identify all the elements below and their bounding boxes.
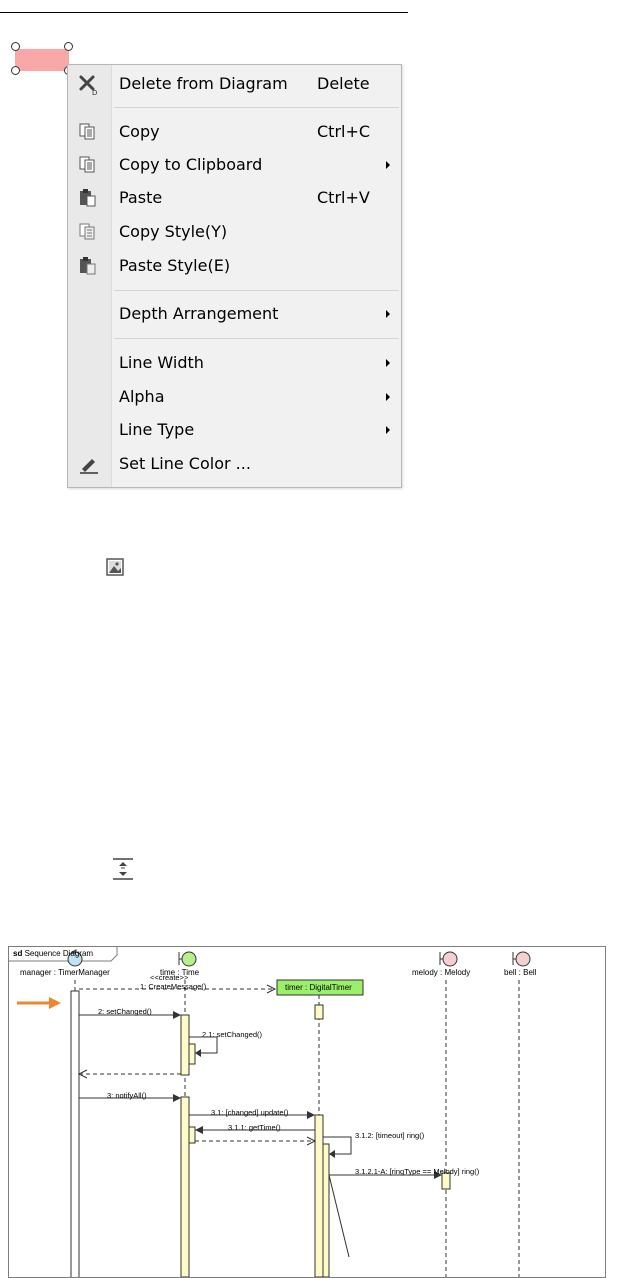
message-label: 3.1.2: [timeout] ring() xyxy=(355,1131,425,1140)
copy-icon xyxy=(78,122,98,142)
message-stereotype: <<create>> xyxy=(150,973,189,982)
menu-item-label: Copy to Clipboard xyxy=(119,155,263,174)
menu-item-line-width[interactable]: Line Width xyxy=(68,349,401,377)
sequence-diagram-canvas xyxy=(9,947,531,1277)
vertical-spacing-icon[interactable] xyxy=(109,857,137,885)
lifeline-label: manager : TimerManager xyxy=(20,968,110,977)
message-label: 3: notifyAll() xyxy=(107,1091,147,1100)
menu-item-label: Line Type xyxy=(119,420,195,439)
menu-item-label: Copy Style(Y) xyxy=(119,222,228,241)
frame-keyword: sd xyxy=(13,949,23,958)
picture-icon[interactable] xyxy=(105,557,125,581)
svg-text:D: D xyxy=(92,89,97,96)
resize-handle-bottom-left[interactable] xyxy=(11,66,20,75)
delete-x-icon: D xyxy=(78,74,98,97)
menu-item-shortcut: Ctrl+V xyxy=(317,188,370,207)
submenu-arrow-icon xyxy=(386,359,390,367)
copy-style-icon xyxy=(78,222,98,242)
menu-item-label: Copy xyxy=(119,122,160,141)
message-label: 3.1: [changed] update() xyxy=(211,1108,289,1117)
menu-item-set-line-color[interactable]: Set Line Color ... xyxy=(68,450,401,478)
paste-icon xyxy=(78,188,98,208)
context-menu: D Delete from Diagram Delete Copy Ctrl+C… xyxy=(67,64,402,488)
menu-item-copy[interactable]: Copy Ctrl+C xyxy=(68,118,401,146)
menu-item-label: Alpha xyxy=(119,387,165,406)
lifeline-label: bell : Bell xyxy=(504,968,537,977)
pencil-icon xyxy=(78,454,98,474)
copy-clipboard-icon xyxy=(78,155,98,175)
menu-separator xyxy=(114,338,399,339)
paste-style-icon xyxy=(78,256,98,276)
menu-item-line-type[interactable]: Line Type xyxy=(68,416,401,444)
submenu-arrow-icon xyxy=(386,426,390,434)
menu-item-label: Depth Arrangement xyxy=(119,304,279,323)
menu-item-label: Delete from Diagram xyxy=(119,74,288,93)
menu-item-label: Paste Style(E) xyxy=(119,256,231,275)
menu-item-label: Set Line Color ... xyxy=(119,454,251,473)
menu-item-label: Paste xyxy=(119,188,163,207)
top-divider-line xyxy=(0,12,408,13)
menu-item-paste-style[interactable]: Paste Style(E) xyxy=(68,252,401,280)
menu-item-depth-arrangement[interactable]: Depth Arrangement xyxy=(68,300,401,328)
menu-separator xyxy=(114,290,399,291)
message-label: 1: CreateMessage() xyxy=(140,982,207,991)
submenu-arrow-icon xyxy=(386,393,390,401)
menu-item-paste[interactable]: Paste Ctrl+V xyxy=(68,184,401,212)
menu-item-delete-from-diagram[interactable]: D Delete from Diagram Delete xyxy=(68,70,401,98)
sequence-diagram-frame: sd Sequence Diagram manager : TimerManag… xyxy=(8,946,606,1278)
menu-item-shortcut: Ctrl+C xyxy=(317,122,371,141)
submenu-arrow-icon xyxy=(386,161,390,169)
resize-handle-top-right[interactable] xyxy=(64,42,73,51)
message-label: 2: setChanged() xyxy=(98,1007,152,1016)
frame-title-text: Sequence Diagram xyxy=(24,949,94,958)
message-label: 3.1.1: getTime() xyxy=(228,1123,281,1132)
menu-item-copy-style[interactable]: Copy Style(Y) xyxy=(68,218,401,246)
menu-item-shortcut: Delete xyxy=(317,74,370,93)
submenu-arrow-icon xyxy=(386,310,390,318)
object-box-label: timer : DigitalTimer xyxy=(285,983,352,992)
selected-shape[interactable] xyxy=(15,49,69,71)
frame-title: sd Sequence Diagram xyxy=(13,949,93,958)
resize-handle-top-left[interactable] xyxy=(11,42,20,51)
menu-item-label: Line Width xyxy=(119,353,204,372)
message-label: 3.1.2.1-A: [ringType == Melody] ring() xyxy=(355,1167,480,1176)
lifeline-label: melody : Melody xyxy=(412,968,471,977)
menu-item-copy-to-clipboard[interactable]: Copy to Clipboard xyxy=(68,151,401,179)
message-label: 2.1: setChanged() xyxy=(202,1030,263,1039)
menu-item-alpha[interactable]: Alpha xyxy=(68,383,401,411)
menu-separator xyxy=(114,107,399,108)
